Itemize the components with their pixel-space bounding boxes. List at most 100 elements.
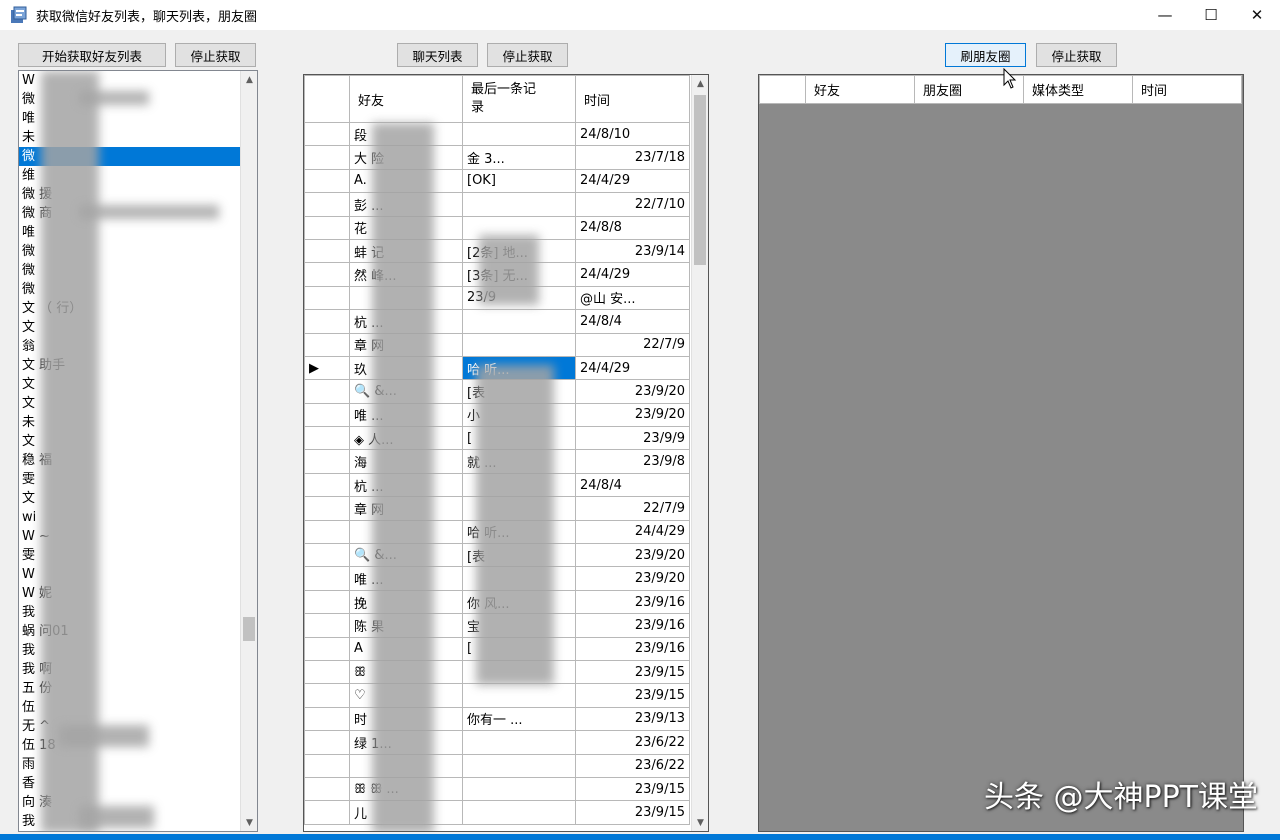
row-header[interactable] [304, 379, 350, 404]
table-row[interactable]: 儿 23/9/15 [304, 800, 690, 825]
stop-friends-button[interactable]: 停止获取 [175, 43, 256, 67]
table-row[interactable]: A. [OK] 24/4/29 [304, 168, 690, 194]
row-header[interactable] [304, 472, 350, 498]
row-header[interactable] [304, 121, 350, 147]
table-row[interactable]: ꕥ ꕥ ...23/9/15 [304, 776, 690, 802]
col-header-time[interactable]: 时间 [575, 75, 690, 123]
cell-time[interactable]: 24/4/29 [575, 168, 690, 194]
table-row[interactable]: 章 网 22/7/9 [304, 332, 690, 357]
cell-last-message[interactable]: 你有一 ... [462, 706, 576, 732]
cell-time[interactable]: 23/9/20 [575, 402, 690, 428]
col-header-time[interactable]: 时间 [1132, 75, 1242, 104]
cell-time[interactable]: 24/4/29 [575, 355, 690, 381]
row-header[interactable] [304, 636, 350, 661]
scroll-thumb[interactable] [694, 95, 706, 265]
row-header[interactable] [304, 285, 350, 311]
cell-time[interactable]: 23/9/15 [575, 683, 690, 708]
col-header-friend[interactable]: 好友 [805, 75, 915, 104]
cell-time[interactable]: 22/7/10 [575, 192, 690, 217]
cell-last-message[interactable] [462, 309, 576, 334]
row-header[interactable] [304, 519, 350, 545]
chat-list-button[interactable]: 聊天列表 [397, 43, 478, 67]
cell-last-message[interactable] [462, 753, 576, 778]
cell-time[interactable]: 23/9/20 [575, 566, 690, 591]
cell-time[interactable]: 23/9/15 [575, 800, 690, 825]
table-row[interactable]: 杭 ... 24/8/4 [304, 309, 690, 334]
friends-scrollbar[interactable]: ▲ ▼ [240, 71, 257, 831]
cell-time[interactable]: 23/6/22 [575, 730, 690, 755]
cell-time[interactable]: 24/8/10 [575, 121, 690, 147]
refresh-moments-button[interactable]: 刷朋友圈 [945, 43, 1026, 67]
chat-scrollbar[interactable]: ▲ ▼ [691, 75, 708, 831]
cell-last-message[interactable] [462, 332, 576, 357]
cell-time[interactable]: 23/9/16 [575, 589, 690, 615]
cell-time[interactable]: 23/9/14 [575, 238, 690, 264]
table-row[interactable]: 大 险金 3... 23/7/18 [304, 145, 690, 170]
cell-time[interactable]: 22/7/9 [575, 496, 690, 521]
row-header[interactable] [304, 776, 350, 802]
row-header[interactable] [304, 496, 350, 521]
table-row[interactable]: 彭 ... 22/7/10 [304, 192, 690, 217]
cell-last-message[interactable]: 金 3... [462, 145, 576, 170]
cell-time[interactable]: 23/9/16 [575, 613, 690, 638]
table-row[interactable]: 时你有一 ... 23/9/13 [304, 706, 690, 732]
cell-time[interactable]: 24/8/8 [575, 215, 690, 240]
cell-time[interactable]: 23/9/16 [575, 636, 690, 661]
row-header[interactable] [304, 238, 350, 264]
row-header[interactable] [304, 402, 350, 428]
row-header[interactable] [304, 589, 350, 615]
col-header-media-type[interactable]: 媒体类型 [1023, 75, 1133, 104]
row-header[interactable] [304, 753, 350, 778]
minimize-button[interactable]: — [1142, 0, 1188, 30]
cell-time[interactable]: 23/9/9 [575, 426, 690, 451]
row-header[interactable] [304, 730, 350, 755]
cell-time[interactable]: 23/9/15 [575, 659, 690, 685]
cell-last-message[interactable] [462, 730, 576, 755]
chat-list-grid[interactable]: 好友 最后一条记 录 时间 段 24/8/10 大 险金 3... 23/7/18 A.… [303, 74, 709, 832]
row-header[interactable] [304, 613, 350, 638]
cell-time[interactable]: @山 安... [575, 285, 690, 311]
cell-time[interactable]: 23/6/22 [575, 753, 690, 778]
row-header[interactable] [304, 145, 350, 170]
start-friends-button[interactable]: 开始获取好友列表 [18, 43, 166, 67]
row-header[interactable] [304, 168, 350, 194]
row-header[interactable]: ▶ [304, 355, 350, 381]
row-header[interactable] [304, 706, 350, 732]
cell-time[interactable]: 24/4/29 [575, 262, 690, 287]
scroll-thumb[interactable] [243, 617, 255, 641]
scroll-up-icon[interactable]: ▲ [241, 71, 257, 88]
table-row[interactable]: 23/6/22 [304, 753, 690, 778]
maximize-button[interactable]: ☐ [1188, 0, 1234, 30]
col-header-last-message[interactable]: 最后一条记 录 [462, 75, 576, 123]
cell-last-message[interactable] [462, 776, 576, 802]
row-header[interactable] [304, 332, 350, 357]
cell-time[interactable]: 23/9/20 [575, 543, 690, 568]
table-row[interactable]: 段 24/8/10 [304, 121, 690, 147]
cell-time[interactable]: 23/7/18 [575, 145, 690, 170]
row-header[interactable] [304, 683, 350, 708]
cell-time[interactable]: 23/9/8 [575, 449, 690, 474]
row-header[interactable] [304, 659, 350, 685]
cell-time[interactable]: 24/8/4 [575, 472, 690, 498]
row-header[interactable] [304, 309, 350, 334]
cell-time[interactable]: 23/9/15 [575, 776, 690, 802]
stop-chat-button[interactable]: 停止获取 [487, 43, 568, 67]
cell-last-message[interactable]: [OK] [462, 168, 576, 194]
scroll-down-icon[interactable]: ▼ [692, 814, 708, 831]
moments-grid[interactable]: 好友 朋友圈 媒体类型 时间 [758, 74, 1244, 832]
row-header[interactable] [304, 800, 350, 825]
friends-list[interactable]: W微唯未微维微 援微 商唯微微微文 （ 行）文翁文 助手文文未文稳 福雯文wiW… [18, 70, 258, 832]
table-row[interactable]: 绿 1...23/6/22 [304, 730, 690, 755]
scroll-down-icon[interactable]: ▼ [241, 814, 257, 831]
row-header[interactable] [304, 426, 350, 451]
col-header-friend[interactable]: 好友 [349, 75, 463, 123]
row-header[interactable] [304, 262, 350, 287]
cell-time[interactable]: 23/9/13 [575, 706, 690, 732]
table-row[interactable]: ♡ 23/9/15 [304, 683, 690, 708]
cell-time[interactable]: 24/8/4 [575, 309, 690, 334]
cell-last-message[interactable] [462, 121, 576, 147]
cell-time[interactable]: 24/4/29 [575, 519, 690, 545]
stop-moments-button[interactable]: 停止获取 [1036, 43, 1117, 67]
row-header[interactable] [304, 449, 350, 474]
close-button[interactable]: ✕ [1234, 0, 1280, 30]
